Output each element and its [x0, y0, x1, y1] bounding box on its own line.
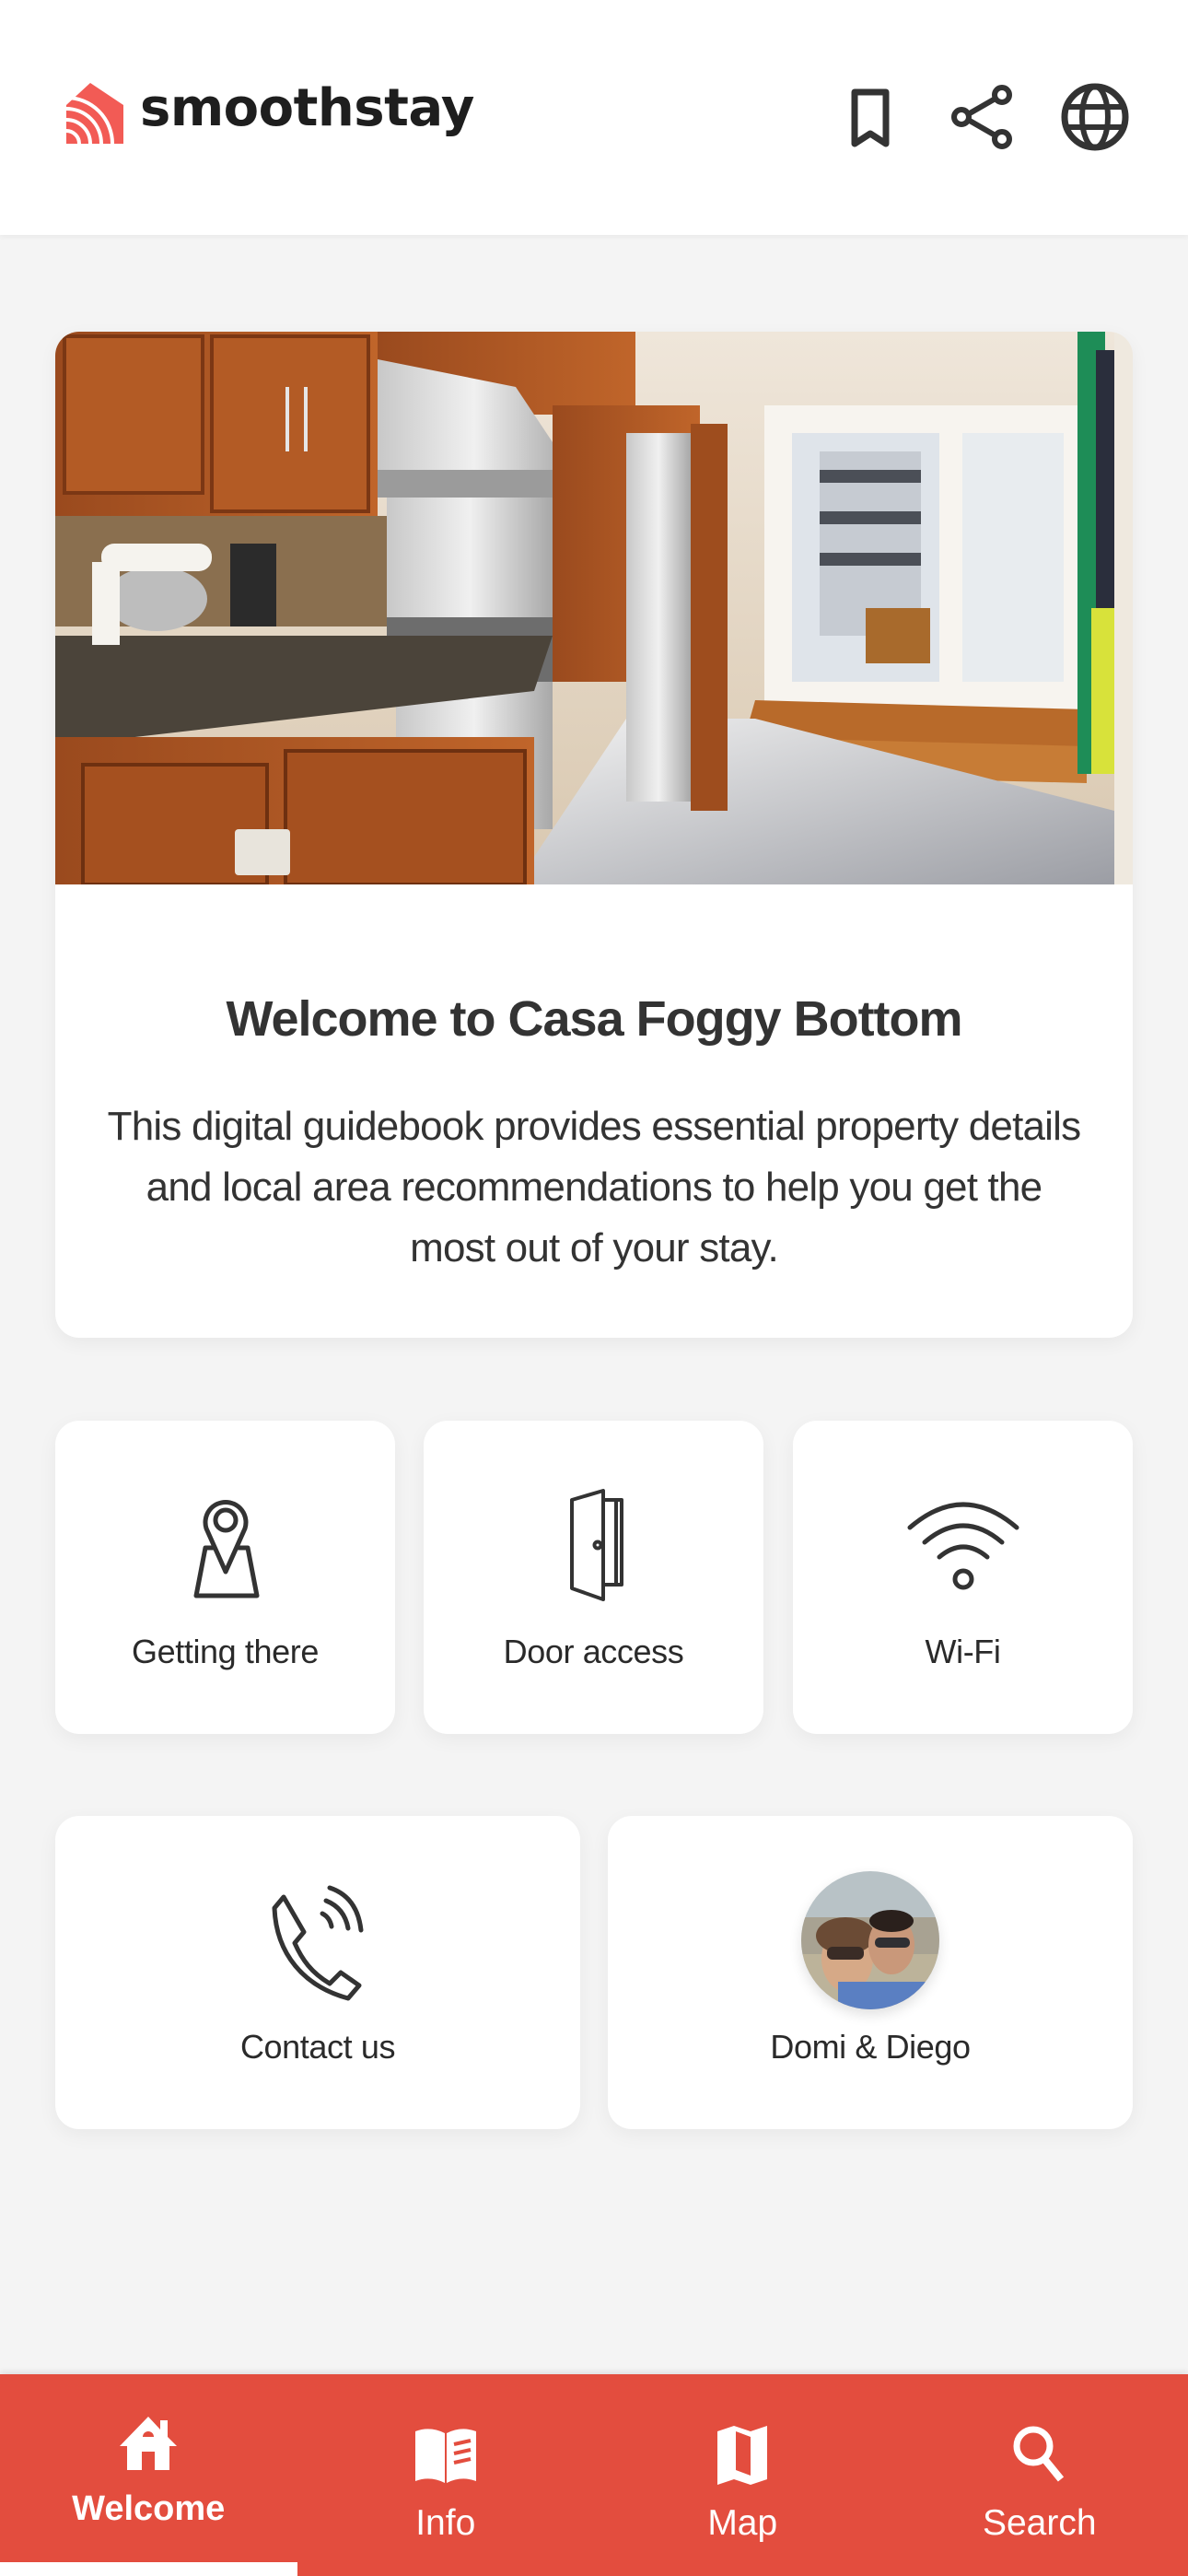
- tile-wifi[interactable]: Wi-Fi: [793, 1421, 1133, 1734]
- tile-label: Domi & Diego: [770, 2028, 971, 2066]
- tile-label: Wi-Fi: [925, 1633, 1001, 1670]
- kitchen-photo: [55, 332, 1133, 884]
- property-photo: [55, 332, 1133, 884]
- host-avatar: [801, 1871, 939, 2009]
- nav-tab-map[interactable]: Map: [594, 2374, 891, 2576]
- globe-icon: [1061, 83, 1129, 151]
- welcome-title: Welcome to Casa Foggy Bottom: [226, 991, 962, 1047]
- welcome-card: Welcome to Casa Foggy Bottom This digita…: [55, 332, 1133, 1338]
- wifi-icon: [907, 1502, 1019, 1590]
- nav-tab-search[interactable]: Search: [891, 2374, 1188, 2576]
- nav-label: Search: [982, 2503, 1097, 2543]
- tile-label: Door access: [503, 1633, 684, 1670]
- brand-logo[interactable]: smoothstay: [66, 78, 474, 144]
- bottom-navigation: Welcome Info Map Search: [0, 2374, 1188, 2576]
- nav-label: Info: [415, 2503, 476, 2543]
- book-icon: [414, 2429, 476, 2483]
- header-actions: [834, 81, 1131, 153]
- welcome-description: This digital guidebook provides essentia…: [107, 1104, 1081, 1270]
- nav-tab-welcome[interactable]: Welcome: [0, 2374, 297, 2576]
- tile-door-access[interactable]: Door access: [424, 1421, 763, 1734]
- bookmark-icon: [851, 88, 890, 147]
- search-icon: [1013, 2426, 1064, 2482]
- active-tab-indicator: [0, 2562, 297, 2576]
- logo-house-icon: [66, 83, 123, 144]
- brand-name: smoothstay: [140, 77, 474, 138]
- tile-hosts[interactable]: Domi & Diego: [608, 1816, 1133, 2129]
- nav-label: Welcome: [72, 2489, 226, 2528]
- language-button[interactable]: [1059, 81, 1131, 153]
- app-header: smoothstay: [0, 0, 1188, 235]
- tile-getting-there[interactable]: Getting there: [55, 1421, 395, 1734]
- share-icon: [951, 85, 1012, 149]
- phone-icon: [272, 1885, 364, 2001]
- door-icon: [569, 1489, 623, 1601]
- map-pin-icon: [193, 1499, 259, 1598]
- tile-label: Contact us: [239, 2028, 396, 2066]
- tile-contact-us[interactable]: Contact us: [55, 1816, 580, 2129]
- map-icon: [717, 2426, 768, 2485]
- nav-label: Map: [707, 2503, 778, 2543]
- bookmark-button[interactable]: [834, 81, 906, 153]
- tile-label: Getting there: [132, 1633, 319, 1670]
- home-icon: [120, 2417, 178, 2470]
- share-button[interactable]: [947, 81, 1019, 153]
- nav-tab-info[interactable]: Info: [297, 2374, 595, 2576]
